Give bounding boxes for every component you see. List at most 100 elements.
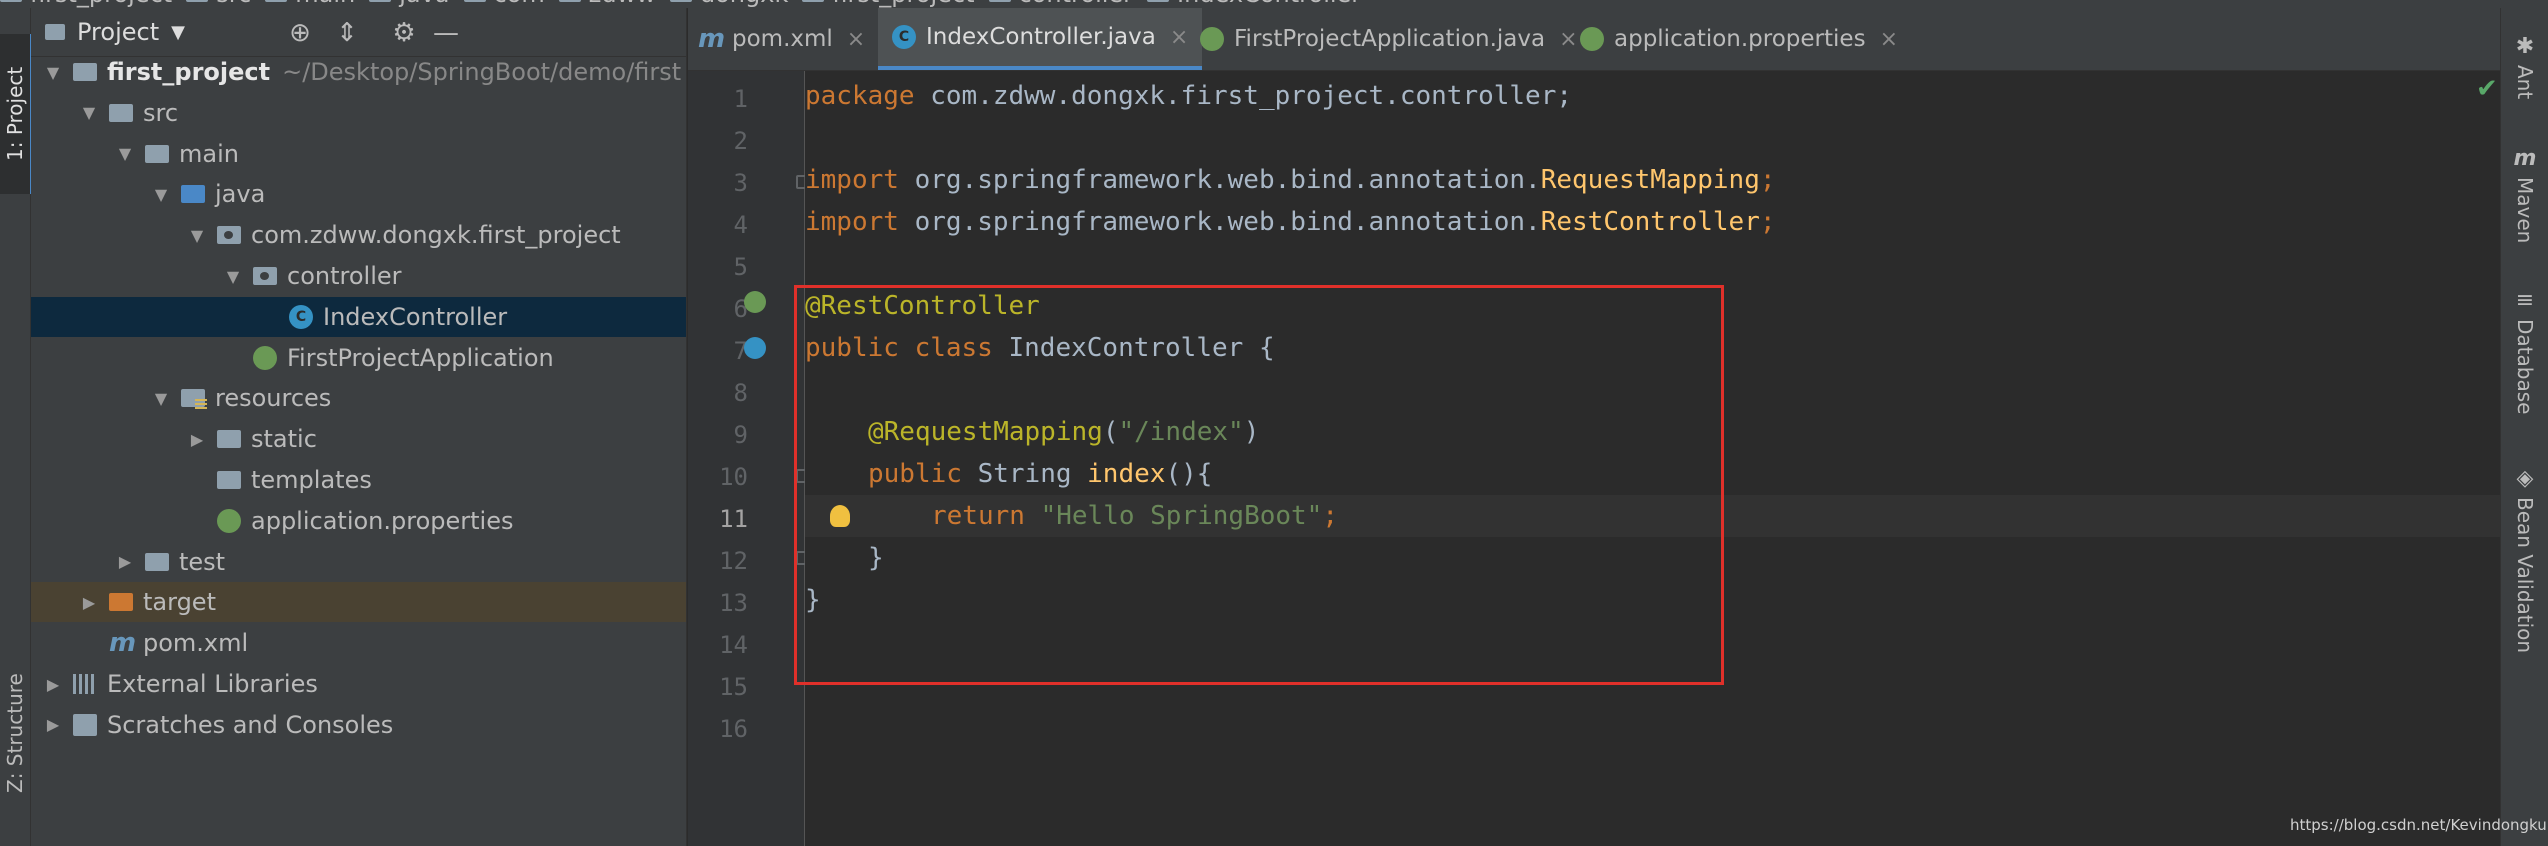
class-name: RestController: [1540, 207, 1760, 237]
navigation-bar: first_project src main java com zdww dongxk fir…: [0, 0, 2548, 8]
expand-arrow-icon[interactable]: ▶: [117, 552, 133, 571]
expand-arrow-icon[interactable]: ▼: [153, 185, 169, 204]
breadcrumb-item[interactable]: first_project: [802, 0, 975, 8]
expand-arrow-icon[interactable]: ▼: [225, 267, 241, 286]
class-icon: C: [892, 25, 916, 49]
bean-validation-tool-tab[interactable]: ◈ Bean Validation: [2505, 466, 2545, 653]
tool-tab-label: Database: [2513, 319, 2537, 415]
breadcrumb-item[interactable]: com: [463, 0, 545, 8]
expand-arrow-icon[interactable]: ▼: [153, 389, 169, 408]
watermark: https://blog.csdn.net/Kevindongkun: [2290, 816, 2548, 834]
breadcrumb-item[interactable]: main: [265, 0, 355, 8]
expand-arrow-icon[interactable]: ▶: [81, 593, 97, 612]
breadcrumb-label: controller: [1019, 0, 1134, 8]
code-text: com.zdww.dongxk.first_project.controller…: [914, 81, 1573, 111]
tree-item[interactable]: C IndexController: [31, 296, 686, 337]
project-panel-title: Project: [77, 18, 160, 46]
project-panel: Project ▼ ⊕ ⇕ ⚙ — ▼ first_project ~/Deskto…: [31, 8, 686, 846]
locate-icon[interactable]: ⊕: [285, 18, 315, 48]
breadcrumb-item[interactable]: controller: [988, 0, 1134, 8]
folder-icon: [45, 24, 65, 40]
close-icon[interactable]: ×: [1559, 27, 1577, 52]
tree-item[interactable]: ▶ Scratches and Consoles: [31, 705, 686, 745]
project-view-selector[interactable]: Project ▼: [45, 18, 185, 46]
tree-item[interactable]: ▼ com.zdww.dongxk.first_project: [31, 215, 686, 255]
tab-index-controller[interactable]: C IndexController.java ×: [878, 8, 1203, 70]
tree-item[interactable]: ▶ test: [31, 542, 686, 582]
dropdown-caret-icon: ▼: [171, 21, 185, 43]
spring-properties-icon: [1580, 27, 1604, 51]
ant-tool-tab[interactable]: ✱ Ant: [2505, 34, 2545, 99]
library-icon: [73, 674, 97, 694]
tree-item[interactable]: application.properties: [31, 501, 686, 541]
expand-arrow-icon[interactable]: ▼: [117, 144, 133, 163]
line-number: 6: [733, 295, 748, 323]
spring-properties-icon: [217, 508, 241, 533]
breadcrumb-item[interactable]: zdww: [558, 0, 656, 8]
expand-arrow-icon[interactable]: ▼: [45, 63, 61, 82]
hide-panel-icon[interactable]: —: [431, 18, 461, 48]
tab-label: pom.xml: [732, 26, 833, 52]
code-text: ;: [1759, 207, 1776, 237]
gear-icon[interactable]: ⚙: [389, 18, 419, 48]
collapse-all-icon[interactable]: ⇕: [332, 18, 362, 48]
tree-item[interactable]: ▶ static: [31, 419, 686, 459]
expand-arrow-icon[interactable]: ▶: [189, 430, 205, 449]
folder-icon: [217, 471, 241, 489]
close-icon[interactable]: ×: [847, 27, 865, 52]
project-path: ~/Desktop/SpringBoot/demo/first: [282, 58, 682, 86]
tree-item[interactable]: m pom.xml: [31, 623, 686, 663]
breadcrumb-item[interactable]: src: [186, 0, 251, 8]
tab-pom-xml[interactable]: m pom.xml ×: [698, 8, 865, 70]
close-icon[interactable]: ×: [1880, 27, 1898, 52]
tree-item[interactable]: ▼ src: [31, 93, 686, 133]
tree-item-label: static: [251, 425, 317, 454]
code-line: import org.springframework.web.bind.anno…: [805, 201, 2500, 243]
structure-tool-tab[interactable]: Z: Structure: [0, 648, 30, 818]
folder-icon: [73, 63, 97, 81]
highlight-box: [794, 285, 1724, 685]
breadcrumb-item[interactable]: dongxk: [669, 0, 788, 8]
tree-item-label: resources: [215, 384, 332, 413]
breadcrumb-label: main: [295, 0, 355, 8]
maven-icon: m: [109, 628, 137, 659]
tree-item-label: com.zdww.dongxk.first_project: [251, 221, 621, 250]
expand-arrow-icon[interactable]: ▶: [45, 675, 61, 694]
breadcrumb-item[interactable]: java: [369, 0, 450, 8]
tab-first-project-application[interactable]: FirstProjectApplication.java ×: [1200, 8, 1578, 70]
tree-item[interactable]: ▼ main: [31, 134, 686, 174]
code-text: ;: [1759, 165, 1776, 195]
right-tool-strip: ✱ Ant m Maven ≡ Database ◈ Bean Validati…: [2500, 8, 2548, 846]
tree-item[interactable]: FirstProjectApplication: [31, 338, 686, 378]
tree-item[interactable]: ▶ External Libraries: [31, 664, 686, 704]
line-number: 3: [733, 169, 748, 197]
editor-gutter: 1 2 3 4 5 6 7 8 9 10 11 12 13 14 15 16: [688, 71, 810, 846]
database-tool-tab[interactable]: ≡ Database: [2505, 288, 2545, 414]
close-icon[interactable]: ×: [1170, 25, 1188, 50]
spring-bean-gutter-icon[interactable]: [744, 337, 766, 359]
class-name: RequestMapping: [1540, 165, 1760, 195]
maven-tool-tab[interactable]: m Maven: [2505, 146, 2545, 243]
line-number: 1: [733, 85, 748, 113]
tree-item[interactable]: ▼ resources: [31, 378, 686, 418]
breadcrumb-item[interactable]: IndexController: [1147, 0, 1361, 8]
tree-item[interactable]: templates: [31, 460, 686, 500]
tree-item[interactable]: ▼ java: [31, 174, 686, 214]
expand-arrow-icon[interactable]: ▼: [81, 103, 97, 122]
tab-application-properties[interactable]: application.properties ×: [1580, 8, 1898, 70]
expand-arrow-icon[interactable]: ▼: [189, 226, 205, 245]
tree-item[interactable]: ▼ controller: [31, 256, 686, 296]
tree-item[interactable]: ▼ first_project ~/Desktop/SpringBoot/demo/…: [31, 52, 686, 92]
breadcrumb-label: dongxk: [700, 0, 788, 8]
folder-icon: [802, 0, 825, 2]
breadcrumb-item[interactable]: first_project: [0, 0, 172, 8]
code-line: import org.springframework.web.bind.anno…: [805, 159, 2500, 201]
project-tool-tab[interactable]: 1: Project: [0, 34, 33, 194]
spring-bean-gutter-icon[interactable]: [744, 291, 766, 313]
tab-label: application.properties: [1614, 26, 1866, 52]
ant-icon: ✱: [2515, 34, 2535, 59]
tree-item-label: IndexController: [323, 302, 508, 331]
expand-arrow-icon[interactable]: ▶: [45, 715, 61, 734]
tree-item[interactable]: ▶ target: [31, 582, 686, 623]
breadcrumb-label: first_project: [30, 0, 172, 8]
